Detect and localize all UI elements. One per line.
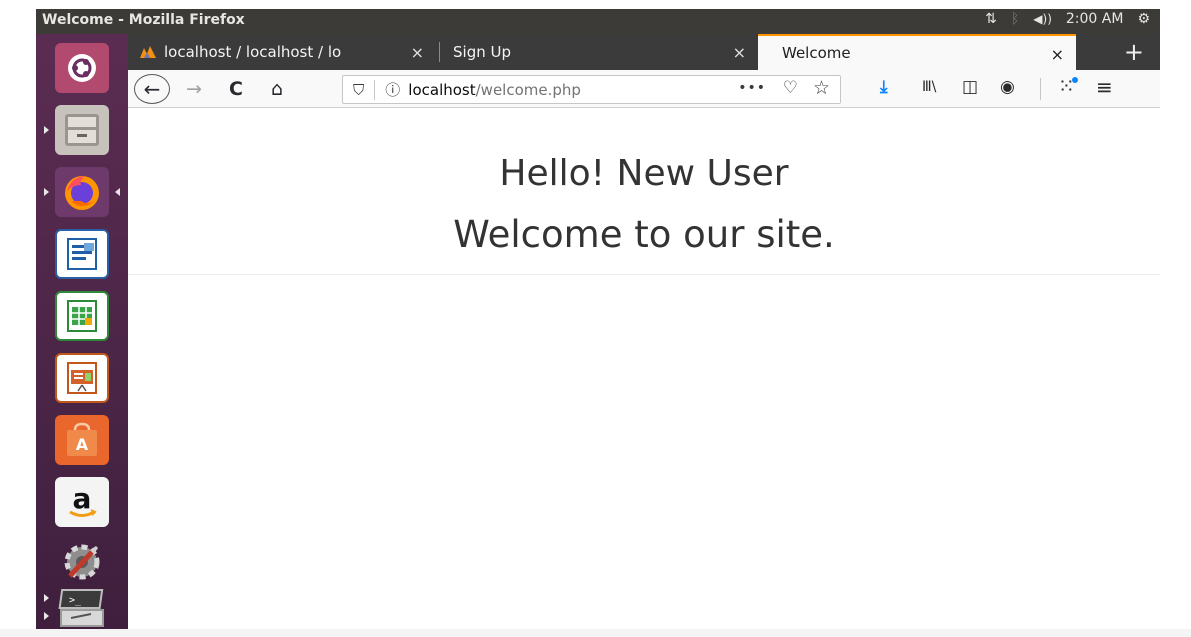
toolbar-separator — [1040, 78, 1041, 100]
url-path: /welcome.php — [475, 80, 581, 99]
top-panel: Welcome - Mozilla Firefox ⇅ ᛒ ◀)) 2:00 A… — [36, 9, 1160, 34]
writer-icon — [55, 228, 109, 279]
network-icon[interactable]: ⇅ — [985, 11, 997, 27]
welcome-banner: Hello! New User Welcome to our site. — [128, 109, 1160, 275]
account-icon[interactable]: ◉ — [1000, 77, 1015, 97]
launcher-libreoffice-calc[interactable] — [44, 288, 120, 343]
impress-icon — [55, 352, 109, 403]
screenshot-border-left — [0, 0, 36, 637]
launcher-ubuntu-dash[interactable] — [44, 40, 120, 95]
greeting-heading: Hello! New User — [499, 153, 789, 194]
svg-text:>_: >_ — [69, 595, 82, 606]
launcher: A a >_ — [36, 34, 128, 629]
site-info-icon[interactable]: ⓘ — [385, 79, 400, 100]
launcher-ubuntu-software[interactable]: A — [44, 412, 120, 467]
indicator-area: ⇅ ᛒ ◀)) 2:00 AM ⚙ — [985, 11, 1150, 27]
url-host: localhost — [408, 80, 476, 99]
page-actions-icon[interactable]: ••• — [738, 80, 766, 96]
screenshot-border-bottom — [0, 629, 1191, 637]
pocket-icon[interactable]: ♡ — [783, 78, 798, 98]
launcher-terminal[interactable]: >_ — [44, 580, 120, 629]
menu-icon[interactable]: ≡ — [1096, 75, 1113, 99]
page-content: Hello! New User Welcome to our site. — [128, 109, 1160, 629]
window-title: Welcome - Mozilla Firefox — [42, 12, 245, 28]
system-settings-icon — [55, 537, 109, 587]
launcher-libreoffice-impress[interactable] — [44, 350, 120, 405]
downloads-icon[interactable]: ⤓ — [880, 77, 888, 97]
back-button[interactable]: ← — [134, 74, 170, 104]
screenshot-border-right — [1160, 0, 1191, 637]
forward-button[interactable]: → — [182, 76, 206, 102]
tab-strip: localhost / localhost / lo × Sign Up × W… — [128, 34, 1160, 70]
svg-text:A: A — [76, 435, 89, 454]
urlbar-separator — [374, 79, 376, 100]
clock[interactable]: 2:00 AM — [1066, 11, 1124, 27]
amazon-icon: a — [55, 476, 109, 527]
tab-close-icon[interactable]: × — [411, 43, 424, 62]
library-icon[interactable]: Ⅲ\ — [922, 79, 936, 95]
tab-label: localhost / localhost / lo — [164, 43, 342, 61]
sidebar-icon[interactable]: ◫ — [962, 77, 978, 97]
tracking-shield-icon[interactable]: ⛉ — [353, 81, 364, 99]
url-text[interactable]: localhost/welcome.php — [408, 81, 581, 99]
terminal-icon: >_ — [55, 583, 109, 630]
desktop-screen: Welcome - Mozilla Firefox ⇅ ᛒ ◀)) 2:00 A… — [36, 9, 1160, 629]
launcher-firefox[interactable] — [44, 164, 120, 219]
tab-close-icon[interactable]: × — [1051, 45, 1064, 64]
settings-icon[interactable]: ⚙ — [1137, 11, 1150, 27]
tab-label: Sign Up — [453, 43, 511, 61]
tab-sign-up[interactable]: Sign Up × — [440, 34, 758, 70]
running-indicator — [44, 188, 49, 196]
bookmark-star-icon[interactable]: ☆ — [813, 77, 830, 99]
svg-text:a: a — [73, 483, 92, 515]
extension-badge — [1072, 77, 1078, 83]
new-tab-button[interactable]: + — [1124, 38, 1144, 66]
focused-indicator — [115, 188, 120, 196]
welcome-heading: Welcome to our site. — [453, 213, 835, 256]
running-indicator — [44, 612, 49, 620]
tab-close-icon[interactable]: × — [733, 43, 746, 62]
volume-icon[interactable]: ◀)) — [1033, 12, 1052, 26]
calc-icon — [55, 290, 109, 341]
phpmyadmin-icon — [138, 44, 158, 60]
software-center-icon: A — [55, 414, 109, 465]
launcher-files[interactable] — [44, 102, 120, 157]
firefox-icon — [55, 166, 109, 217]
tab-welcome[interactable]: Welcome × — [758, 34, 1076, 70]
launcher-libreoffice-writer[interactable] — [44, 226, 120, 281]
reload-button[interactable]: C — [224, 76, 248, 102]
home-button[interactable]: ⌂ — [264, 76, 290, 102]
launcher-amazon[interactable]: a — [44, 474, 120, 529]
running-indicator — [44, 594, 49, 602]
tab-label: Welcome — [782, 44, 851, 62]
ubuntu-logo-icon — [55, 42, 109, 93]
tab-phpmyadmin[interactable]: localhost / localhost / lo × — [128, 34, 438, 70]
files-icon — [55, 104, 109, 155]
running-indicator — [44, 126, 49, 134]
bluetooth-icon[interactable]: ᛒ — [1011, 11, 1019, 27]
url-bar[interactable]: ⛉ ⓘ localhost/welcome.php ••• ♡ ☆ — [342, 75, 841, 104]
navigation-toolbar: ← → C ⌂ ⛉ ⓘ localhost/welcome.php ••• ♡ … — [128, 70, 1160, 108]
